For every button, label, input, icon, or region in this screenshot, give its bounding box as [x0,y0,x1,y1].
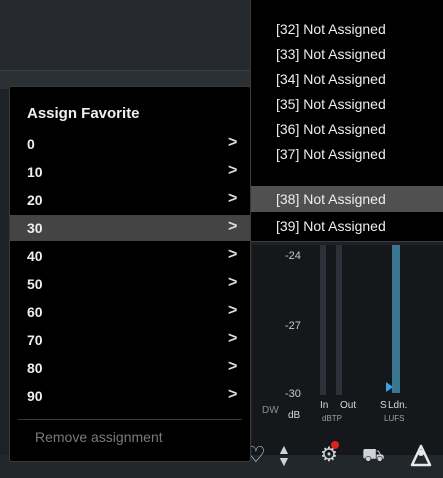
slot-item-37[interactable]: [37] Not Assigned [251,142,443,166]
slot-item-35[interactable]: [35] Not Assigned [251,92,443,116]
menu-item-label: 70 [27,332,43,348]
db-tick-label: -24 [285,250,301,262]
chevron-right-icon: > [228,218,238,235]
dbtp-label: dBTP [322,414,343,423]
slot-item-label: [36] Not Assigned [276,121,386,137]
menu-title: Assign Favorite [27,105,140,122]
out-label: Out [340,400,357,411]
remove-assignment-item[interactable]: Remove assignment [35,429,163,445]
slot-item-32[interactable]: [32] Not Assigned [251,17,443,41]
plugin-header-area [0,0,252,70]
notification-dot [331,441,339,449]
menu-item-70[interactable]: 70 > [10,327,250,353]
slot-item-label: [39] Not Assigned [276,218,386,234]
db-tick-label: -27 [285,320,301,332]
cart-icon[interactable]: ⛟ [362,445,385,465]
assign-favorite-menu: Assign Favorite 0 > 10 > 20 > 30 > 40 > … [9,86,251,462]
up-down-arrows-icon[interactable]: ▲ ▼ [277,442,291,468]
loudness-target-marker[interactable] [386,382,393,392]
slot-item-36[interactable]: [36] Not Assigned [251,117,443,141]
chevron-right-icon: > [228,358,238,375]
ldn-label: Ldn. [388,400,408,411]
menu-item-10[interactable]: 10 > [10,159,250,185]
slot-item-34[interactable]: [34] Not Assigned [251,67,443,91]
menu-item-label: 20 [27,192,43,208]
chevron-right-icon: > [228,134,238,151]
s-label: S [380,400,387,411]
out-meter [336,245,342,395]
menu-item-label: 80 [27,360,43,376]
share-logo-icon[interactable] [408,443,434,469]
lufs-label: LUFS [384,414,405,423]
slot-item-38[interactable]: [38] Not Assigned [251,186,443,212]
db-unit-label: dB [288,410,301,421]
slot-item-label: [35] Not Assigned [276,96,386,112]
chevron-right-icon: > [228,330,238,347]
slot-item-label: [33] Not Assigned [276,46,386,62]
menu-item-label: 0 [27,136,35,152]
slot-item-39[interactable]: [39] Not Assigned [251,214,443,238]
favorite-slot-submenu: [32] Not Assigned [33] Not Assigned [34]… [250,0,443,242]
menu-item-label: 40 [27,248,43,264]
loudness-meter-fill [392,245,400,393]
menu-item-50[interactable]: 50 > [10,271,250,297]
menu-item-60[interactable]: 60 > [10,299,250,325]
chevron-right-icon: > [228,302,238,319]
slot-item-label: [37] Not Assigned [276,146,386,162]
menu-item-90[interactable]: 90 > [10,383,250,409]
slot-item-label: [32] Not Assigned [276,21,386,37]
menu-item-label: 10 [27,164,43,180]
menu-item-30[interactable]: 30 > [10,215,250,241]
menu-item-20[interactable]: 20 > [10,187,250,213]
chevron-right-icon: > [228,386,238,403]
chevron-right-icon: > [228,162,238,179]
menu-item-label: 90 [27,388,43,404]
db-tick-label: -30 [285,388,301,400]
menu-divider [18,419,242,420]
menu-item-80[interactable]: 80 > [10,355,250,381]
meter-panel [252,245,443,455]
slot-item-label: [34] Not Assigned [276,71,386,87]
slot-item-33[interactable]: [33] Not Assigned [251,42,443,66]
menu-item-0[interactable]: 0 > [10,131,250,157]
slot-item-label: [38] Not Assigned [276,191,386,207]
menu-item-label: 50 [27,276,43,292]
chevron-right-icon: > [228,190,238,207]
chevron-right-icon: > [228,274,238,291]
menu-item-40[interactable]: 40 > [10,243,250,269]
in-meter [320,245,326,395]
partial-meter-label: DW [262,405,279,416]
in-label: In [320,400,329,411]
chevron-right-icon: > [228,246,238,263]
menu-item-label: 60 [27,304,43,320]
menu-item-label: 30 [27,220,43,236]
